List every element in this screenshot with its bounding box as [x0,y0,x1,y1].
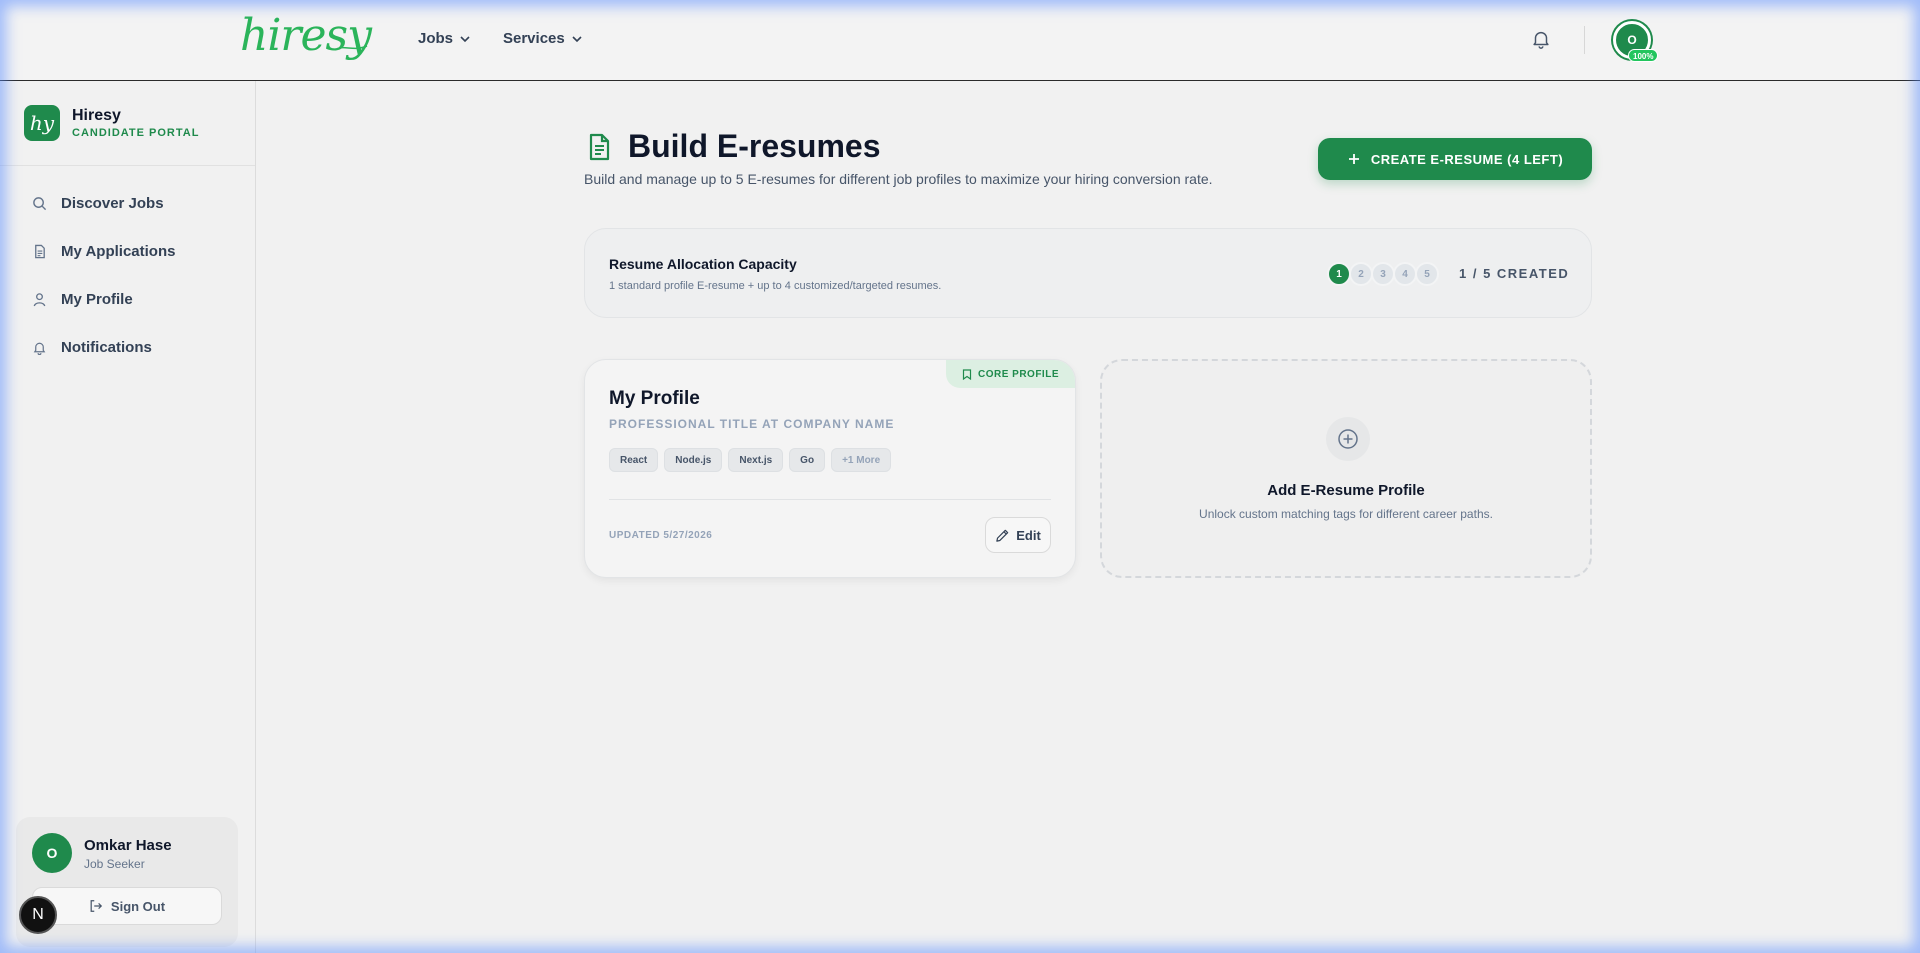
nav-services[interactable]: Services [503,30,583,47]
skill-tag: Go [789,448,826,472]
sidebar-item-label: My Applications [61,243,176,260]
capacity-slot: 3 [1371,262,1395,286]
page-subtitle: Build and manage up to 5 E-resumes for d… [584,171,1213,187]
skill-tags: React Node.js Next.js Go +1 More [609,448,892,472]
core-profile-badge: CORE PROFILE [945,360,1075,388]
brand-name: Hiresy [72,107,121,124]
page-title: Build E-resumes [628,128,881,164]
user-role: Job Seeker [84,857,145,871]
document-icon [35,244,45,259]
bell-icon [33,342,46,355]
create-e-resume-button[interactable]: CREATE E-RESUME (4 LEFT) [1318,138,1592,180]
add-circle-icon [1326,417,1370,461]
capacity-slot: 5 [1415,262,1439,286]
skill-tag: Next.js [728,448,784,472]
logout-icon [90,900,103,912]
capacity-slot: 1 [1327,262,1351,286]
brand-logo-icon: hy [24,105,60,141]
plus-circle-icon [1338,429,1358,449]
sidebar-item-label: Discover Jobs [61,195,164,212]
capacity-title: Resume Allocation Capacity [609,256,797,272]
add-card-subtitle: Unlock custom matching tags for differen… [1199,507,1493,521]
more-tags-tag: +1 More [831,448,892,472]
nav-jobs[interactable]: Jobs [418,30,471,47]
topbar-divider [1584,26,1585,54]
skill-tag: Node.js [664,448,723,472]
user-icon [33,293,46,307]
sign-out-button[interactable]: Sign Out [32,887,222,925]
logo-flourish-icon [334,45,368,51]
sidebar-item-notifications[interactable]: Notifications [32,339,152,356]
create-e-resume-label: CREATE E-RESUME (4 LEFT) [1370,151,1564,167]
capacity-subtitle: 1 standard profile E-resume + up to 4 cu… [609,280,942,292]
updated-date: UPDATED 5/27/2026 [609,530,713,541]
capacity-slot: 4 [1393,262,1417,286]
nav-jobs-label: Jobs [418,30,454,47]
profile-completion-badge: 100% [1628,49,1659,62]
sidebar-item-label: My Profile [61,291,133,308]
add-e-resume-card[interactable]: Add E-Resume Profile Unlock custom match… [1100,359,1592,578]
skill-tag: React [609,448,659,472]
profile-name: My Profile [609,388,700,409]
sidebar: hy Hiresy CANDIDATE PORTAL Discover Jobs… [0,81,256,953]
sidebar-item-my-applications[interactable]: My Applications [32,243,175,260]
capacity-count: 1 / 5 CREATED [1459,266,1570,281]
document-icon [589,133,610,161]
profile-title: PROFESSIONAL TITLE AT COMPANY NAME [609,417,895,431]
sign-out-label: Sign Out [110,898,166,914]
nav-services-label: Services [503,30,565,47]
resume-capacity-panel: Resume Allocation Capacity 1 standard pr… [584,228,1592,318]
capacity-slots: 1 2 3 4 5 [1327,262,1439,286]
add-card-title: Add E-Resume Profile [1267,482,1425,499]
plus-icon [1348,154,1359,164]
card-divider [609,499,1051,500]
chevron-down-icon [572,35,582,42]
top-navbar: hiresy Jobs Services O 100% [0,0,1920,81]
resume-profile-card[interactable]: CORE PROFILE My Profile PROFESSIONAL TIT… [584,359,1076,578]
nextjs-dev-badge[interactable]: N [19,896,57,934]
brand-subtitle: CANDIDATE PORTAL [72,127,200,139]
edit-label: Edit [1016,527,1041,543]
pencil-icon [996,529,1009,542]
bell-icon[interactable] [1530,28,1552,50]
user-name: Omkar Hase [84,837,172,854]
avatar: O [32,833,72,873]
bookmark-icon [962,368,972,380]
edit-button[interactable]: Edit [985,517,1051,553]
sidebar-item-discover-jobs[interactable]: Discover Jobs [32,195,164,212]
search-icon [33,197,47,211]
capacity-slot: 2 [1349,262,1373,286]
chevron-down-icon [460,35,470,42]
sidebar-divider [0,165,255,166]
core-profile-label: CORE PROFILE [977,368,1059,380]
sidebar-item-label: Notifications [61,339,152,356]
sidebar-item-my-profile[interactable]: My Profile [32,291,133,308]
